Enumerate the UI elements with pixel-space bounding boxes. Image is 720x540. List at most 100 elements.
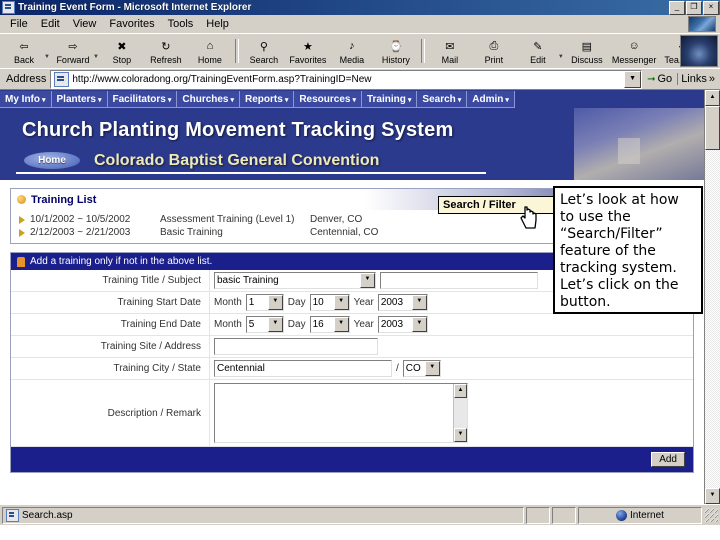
go-button[interactable]: ➞ Go (642, 73, 677, 85)
toolbar-refresh-button[interactable]: ↻ Refresh (144, 35, 188, 67)
chevron-down-icon: ▾ (505, 96, 509, 104)
toolbar-back-button[interactable]: ⇦ Back (2, 35, 46, 67)
row-dates: 10/1/2002 ~ 10/5/2002 (30, 214, 131, 225)
toolbar-mail-button[interactable]: ✉ Mail (428, 35, 472, 67)
label-training-site: Training Site / Address (11, 336, 210, 357)
textarea-scrollbar[interactable]: ▲ ▼ (453, 384, 467, 442)
end-day-select[interactable]: 16 ▼ (309, 316, 350, 333)
discuss-icon: ▤ (581, 40, 593, 53)
scrollbar-track[interactable] (705, 150, 720, 488)
toolbar-messenger-button[interactable]: ☺ Messenger (609, 35, 660, 67)
address-dropdown-icon[interactable]: ▼ (624, 70, 642, 88)
toolbar-home-label: Home (197, 54, 222, 65)
toolbar-discuss-button[interactable]: ▤ Discuss (565, 35, 609, 67)
toolbar-media-button[interactable]: ♪ Media (330, 35, 374, 67)
menu-item-favorites[interactable]: Favorites (103, 17, 160, 31)
add-form-header-text: Add a training only if not in the above … (30, 256, 213, 267)
menu-item-view[interactable]: View (67, 17, 103, 31)
toolbar-forward-button[interactable]: ⇨ Forward (51, 35, 95, 67)
go-arrow-icon: ➞ (647, 73, 656, 85)
page-scrollbar[interactable]: ▲ ▼ (704, 90, 720, 504)
status-spacer-1 (526, 506, 550, 524)
toolbar-edit-label: Edit (530, 54, 546, 65)
banner-photo (574, 108, 704, 180)
end-month-select[interactable]: 5 ▼ (245, 316, 284, 333)
nav-item-reports[interactable]: Reports ▾ (240, 91, 295, 108)
page-icon (6, 508, 19, 522)
toolbar-search-button[interactable]: ⚲ Search (242, 35, 286, 67)
resize-grip[interactable] (704, 508, 718, 522)
add-button[interactable]: Add (651, 452, 685, 467)
address-input[interactable]: http://www.coloradong.org/TrainingEventF… (50, 69, 643, 89)
window-controls: _ ❐ × (669, 0, 719, 15)
nav-item-admin[interactable]: Admin ▾ (467, 91, 515, 108)
start-year-select[interactable]: 2003 ▼ (377, 294, 428, 311)
chevron-down-icon: ▾ (167, 96, 172, 104)
training-title-select[interactable]: basic Training ▼ (214, 272, 376, 289)
nav-label-my-info: My Info (5, 94, 40, 105)
back-dropdown-icon[interactable]: ▼ (44, 54, 50, 60)
nav-item-churches[interactable]: Churches ▾ (177, 91, 241, 108)
page-icon (54, 71, 70, 87)
nav-item-search[interactable]: Search ▾ (417, 91, 468, 108)
chevron-down-icon: ▾ (352, 96, 356, 104)
nav-item-facilitators[interactable]: Facilitators ▾ (107, 91, 178, 108)
toolbar-print-button[interactable]: ⎙ Print (472, 35, 516, 67)
edit-icon: ✎ (533, 40, 543, 53)
toolbar-stop-label: Stop (112, 54, 132, 65)
edit-dropdown-icon[interactable]: ▼ (558, 54, 564, 60)
description-text[interactable] (215, 384, 453, 442)
menu-item-tools[interactable]: Tools (162, 17, 200, 31)
toolbar-stop-button[interactable]: ✖ Stop (100, 35, 144, 67)
print-icon: ⎙ (489, 39, 499, 52)
start-month-select[interactable]: 1 ▼ (245, 294, 284, 311)
start-day-value: 10 (312, 297, 324, 308)
start-day-select[interactable]: 10 ▼ (309, 294, 350, 311)
internet-zone-icon (616, 509, 628, 521)
form-row-city-state: Training City / State Centennial / CO ▼ (11, 358, 693, 380)
description-textarea[interactable]: ▲ ▼ (214, 383, 468, 443)
banner-title: Church Planting Movement Tracking System (22, 119, 454, 141)
nav-label-admin: Admin (472, 94, 504, 105)
scroll-up-icon[interactable]: ▲ (454, 384, 467, 398)
maximize-button[interactable]: ❐ (686, 0, 702, 15)
chevron-down-icon: ▾ (407, 96, 412, 104)
forward-dropdown-icon[interactable]: ▼ (93, 54, 99, 60)
menu-item-help[interactable]: Help (200, 17, 235, 31)
scroll-down-icon[interactable]: ▼ (705, 488, 720, 504)
nav-label-churches: Churches (182, 94, 229, 105)
training-site-input[interactable] (214, 338, 378, 355)
address-bar: Address http://www.coloradong.org/Traini… (0, 68, 720, 89)
chevron-down-icon: ▼ (267, 317, 283, 332)
minimize-button[interactable]: _ (669, 0, 685, 15)
toolbar-history-button[interactable]: ⌚ History (374, 35, 418, 67)
menu-item-edit[interactable]: Edit (35, 17, 66, 31)
toolbar-home-button[interactable]: ⌂ Home (188, 35, 232, 67)
menu-bar: File Edit View Favorites Tools Help (0, 15, 720, 33)
address-label: Address (6, 73, 47, 85)
links-button[interactable]: Links » (677, 73, 718, 85)
training-title-text-input[interactable] (380, 272, 538, 289)
training-city-input[interactable]: Centennial (214, 360, 392, 377)
training-list-title: Training List (31, 193, 97, 206)
toolbar-edit-button[interactable]: ✎ Edit (516, 35, 560, 67)
end-year-select[interactable]: 2003 ▼ (377, 316, 428, 333)
nav-item-my-info[interactable]: My Info ▾ (0, 91, 52, 108)
nav-item-resources[interactable]: Resources ▾ (294, 91, 362, 108)
training-state-select[interactable]: CO ▼ (402, 360, 441, 377)
go-label: Go (657, 73, 673, 85)
back-arrow-icon: ⇦ (19, 40, 29, 53)
nav-item-planters[interactable]: Planters ▾ (51, 91, 108, 108)
toolbar-favorites-button[interactable]: ★ Favorites (286, 35, 330, 67)
form-row-description: Description / Remark ▲ ▼ (11, 380, 693, 447)
menu-item-file[interactable]: File (4, 17, 34, 31)
scroll-up-icon[interactable]: ▲ (705, 90, 720, 106)
home-button[interactable]: Home (24, 152, 80, 169)
nav-item-training[interactable]: Training ▾ (361, 91, 418, 108)
scrollbar-thumb[interactable] (705, 106, 720, 150)
scroll-down-icon[interactable]: ▼ (454, 428, 467, 442)
favorites-icon: ★ (302, 40, 313, 53)
close-button[interactable]: × (703, 0, 719, 15)
toolbar-media-label: Media (339, 54, 365, 65)
label-end-date: Training End Date (11, 314, 210, 335)
